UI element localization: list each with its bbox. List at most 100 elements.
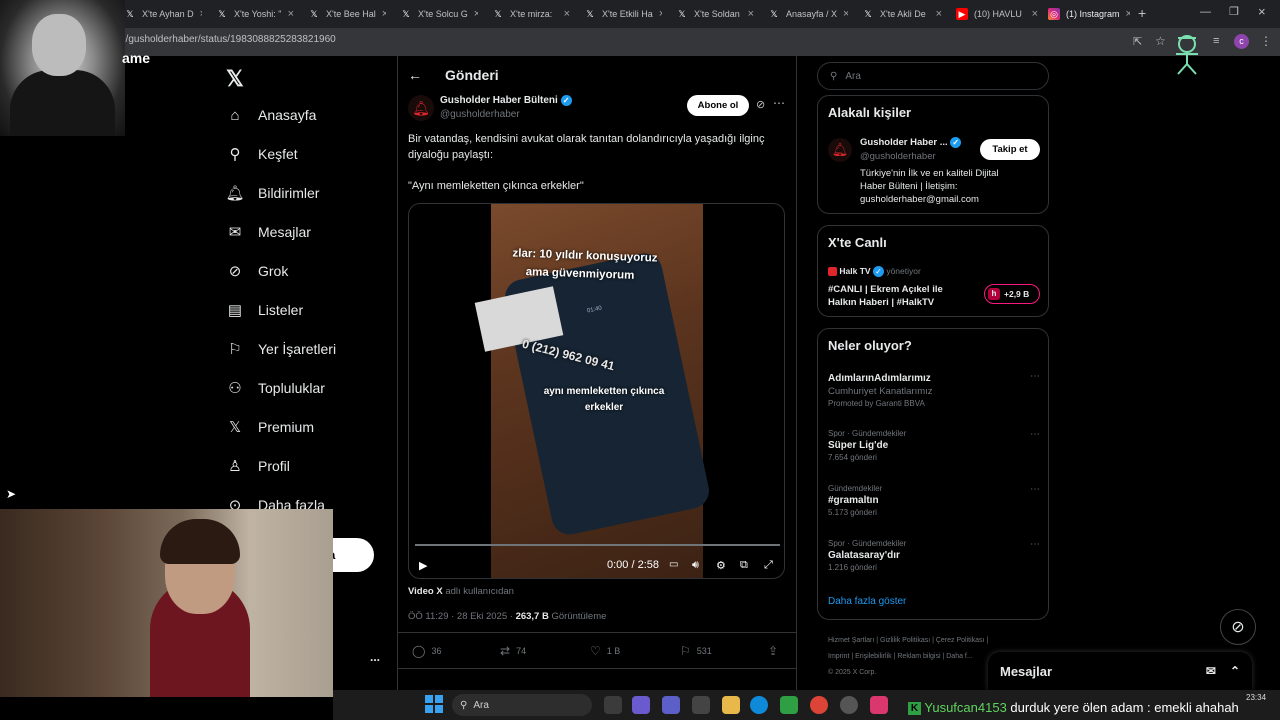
- share-button[interactable]: ⇪: [768, 644, 778, 658]
- author-avatar[interactable]: 🔔︎: [408, 95, 434, 121]
- expand-icon[interactable]: ⌃: [1230, 664, 1240, 678]
- captions-icon[interactable]: ▭: [669, 559, 678, 570]
- edge-icon[interactable]: [750, 696, 768, 714]
- related-avatar[interactable]: 🔔︎: [828, 138, 852, 162]
- nav-item-messages[interactable]: ✉ Mesajlar: [226, 223, 311, 241]
- nav-item-notifications[interactable]: 🔔︎ Bildirimler: [225, 184, 319, 202]
- subscribe-button[interactable]: Abone ol: [687, 95, 749, 116]
- chrome-icon[interactable]: [810, 696, 828, 714]
- video-source[interactable]: Video X adlı kullanıcıdan: [408, 586, 514, 597]
- browser-tab[interactable]: 𝕏 X'te Akli De ×: [862, 4, 942, 24]
- nav-item-home[interactable]: ⌂ Anasayfa: [226, 106, 316, 124]
- close-window-button[interactable]: ×: [1258, 4, 1266, 19]
- close-icon[interactable]: ×: [1126, 8, 1130, 20]
- trend-more-icon[interactable]: ⋯: [1030, 429, 1040, 440]
- browser-tab[interactable]: 𝕏 X'te mirza: ×: [492, 4, 570, 24]
- trend-item[interactable]: AdımlarınAdımlarımız Cumhuriyet Kanatlar…: [828, 371, 1040, 408]
- reply-button[interactable]: ◯ 36: [412, 644, 441, 658]
- live-listeners-badge[interactable]: h +2,9 B: [984, 284, 1040, 304]
- author-name[interactable]: Gusholder Haber Bülteni ✓: [440, 95, 572, 106]
- store-icon[interactable]: [692, 696, 710, 714]
- browser-tab[interactable]: 𝕏 X'te Etkili Ha ×: [584, 4, 662, 24]
- x-logo-icon[interactable]: 𝕏: [226, 66, 244, 92]
- browser-tab[interactable]: 𝕏 Anasayfa / X ×: [768, 4, 848, 24]
- show-more-link[interactable]: Daha fazla göster: [828, 596, 906, 607]
- new-message-icon[interactable]: ✉: [1206, 664, 1216, 678]
- author-handle[interactable]: @gusholderhaber: [440, 109, 520, 120]
- browser-tab[interactable]: 𝕏 X'te Yoshi: " ×: [216, 4, 294, 24]
- youtube-icon: ▶: [956, 8, 968, 20]
- post-more-icon[interactable]: ⋯: [773, 96, 785, 110]
- trend-item[interactable]: Gündemdekiler #gramaltın 5.173 gönderi ⋯: [828, 484, 1040, 517]
- pip-icon[interactable]: ⧉: [740, 559, 748, 572]
- bookmark-star-icon[interactable]: ☆: [1155, 34, 1166, 48]
- browser-tab[interactable]: 𝕏X'te Ayhan D×: [124, 4, 202, 24]
- like-button[interactable]: ♡ 1 B: [590, 644, 620, 658]
- live-headline[interactable]: #CANLI | Ekrem Açıkel ile Halkın Haberi …: [828, 283, 943, 309]
- windows-start-icon[interactable]: [425, 695, 443, 713]
- install-app-icon[interactable]: ⇱: [1133, 35, 1142, 48]
- trend-item[interactable]: Spor · Gündemdekiler Galatasaray'dır 1.2…: [828, 539, 1040, 572]
- close-icon[interactable]: ×: [659, 8, 662, 20]
- browser-tab[interactable]: 𝕏 X'te Solcu G ×: [400, 4, 478, 24]
- messages-drawer[interactable]: Mesajlar ✉ ⌃: [988, 652, 1252, 690]
- app-icon[interactable]: [870, 696, 888, 714]
- close-icon[interactable]: ×: [474, 8, 478, 20]
- related-name[interactable]: Gusholder Haber ... ✓: [860, 137, 962, 148]
- maximize-button[interactable]: ❐: [1229, 5, 1239, 18]
- teams-icon[interactable]: [662, 696, 680, 714]
- browser-tab[interactable]: 𝕏 X'te Soldan ×: [676, 4, 754, 24]
- kick-icon[interactable]: [780, 696, 798, 714]
- taskbar-search[interactable]: ⚲ Ara: [452, 694, 592, 716]
- nav-item-lists[interactable]: ▤ Listeler: [226, 301, 303, 319]
- trend-more-icon[interactable]: ⋯: [1030, 484, 1040, 495]
- trend-more-icon[interactable]: ⋯: [1030, 371, 1040, 382]
- task-view-icon[interactable]: [604, 696, 622, 714]
- live-host[interactable]: Halk TV ✓ yönetiyor: [828, 266, 921, 278]
- repost-button[interactable]: ⇄ 74: [500, 644, 526, 658]
- bookmark-button[interactable]: ⚐ 531: [680, 644, 712, 658]
- related-handle[interactable]: @gusholderhaber: [860, 151, 936, 162]
- search-icon: ⚲: [229, 146, 241, 163]
- new-tab-button[interactable]: +: [1138, 5, 1146, 21]
- close-icon[interactable]: ×: [936, 8, 942, 20]
- browser-menu-icon[interactable]: ⋮: [1260, 34, 1272, 48]
- nav-item-communities[interactable]: ⚇ Topluluklar: [226, 379, 325, 397]
- file-explorer-icon[interactable]: [722, 696, 740, 714]
- minimize-button[interactable]: —: [1200, 6, 1211, 18]
- close-icon[interactable]: ×: [564, 8, 570, 20]
- video-player[interactable]: 01:40 zlar: 10 yıldır konuşuyoruz ama gü…: [408, 203, 785, 579]
- fullscreen-icon[interactable]: ⤢: [764, 559, 773, 572]
- browser-tab-active[interactable]: ◎ (1) Instagram ×: [1048, 4, 1130, 24]
- account-more-icon[interactable]: ...: [370, 650, 380, 664]
- obs-icon[interactable]: [840, 696, 858, 714]
- follow-button[interactable]: Takip et: [980, 139, 1040, 160]
- settings-icon[interactable]: ⚙: [716, 559, 726, 572]
- back-arrow-icon[interactable]: ←: [408, 67, 422, 83]
- nav-item-profile[interactable]: ♙ Profil: [226, 457, 290, 475]
- grok-icon[interactable]: ⊘: [756, 98, 765, 111]
- browser-tab[interactable]: ▶ (10) HAVLU ×: [956, 4, 1038, 24]
- nav-item-explore[interactable]: ⚲ Keşfet: [226, 145, 298, 163]
- browser-tab[interactable]: 𝕏 X'te Bee Hal ×: [308, 4, 386, 24]
- close-icon[interactable]: ×: [382, 8, 386, 20]
- nav-item-grok[interactable]: ⊘ Grok: [226, 262, 289, 280]
- close-icon[interactable]: ×: [748, 8, 754, 20]
- extensions-icon[interactable]: ≡: [1213, 35, 1219, 47]
- volume-icon[interactable]: 🔊︎: [692, 559, 699, 572]
- trend-more-icon[interactable]: ⋯: [1030, 539, 1040, 550]
- url-text[interactable]: n/gusholderhaber/status/1983088825283821…: [120, 34, 336, 45]
- video-progress-bar[interactable]: [415, 544, 780, 546]
- nav-item-bookmarks[interactable]: ⚐ Yer İşaretleri: [226, 340, 336, 358]
- play-icon[interactable]: ▶: [419, 559, 427, 572]
- grok-float-icon[interactable]: ⊘: [1220, 609, 1256, 645]
- close-icon[interactable]: ×: [843, 8, 848, 20]
- trend-item[interactable]: Spor · Gündemdekiler Süper Lig'de 7.654 …: [828, 429, 1040, 462]
- profile-avatar[interactable]: c: [1234, 34, 1249, 49]
- nav-item-premium[interactable]: 𝕏 Premium: [226, 418, 314, 436]
- close-icon[interactable]: ×: [1032, 8, 1038, 20]
- copilot-icon[interactable]: [632, 696, 650, 714]
- close-icon[interactable]: ×: [288, 8, 294, 20]
- search-input[interactable]: ⚲ Ara: [817, 62, 1049, 90]
- close-icon[interactable]: ×: [200, 8, 202, 20]
